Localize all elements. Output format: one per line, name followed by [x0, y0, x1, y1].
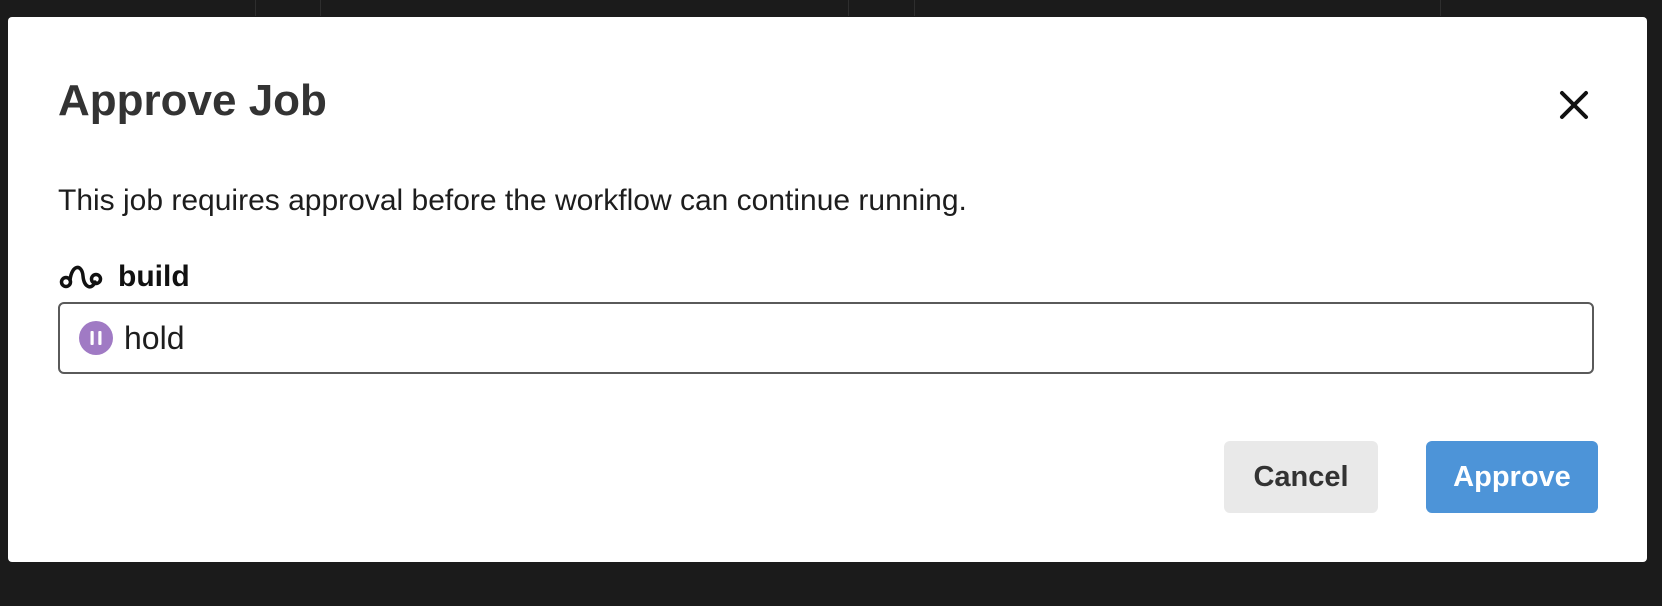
close-icon [1560, 91, 1588, 119]
background-divider [1440, 0, 1441, 16]
approve-job-dialog: Approve Job This job requires approval b… [8, 17, 1647, 562]
background-divider [255, 0, 256, 16]
job-header: build [58, 255, 190, 299]
job-status-field[interactable]: hold [58, 302, 1594, 374]
background-divider [320, 0, 321, 16]
close-button[interactable] [1553, 84, 1595, 126]
workflow-icon [59, 265, 103, 289]
job-status-value: hold [124, 319, 185, 356]
dialog-description: This job requires approval before the wo… [58, 184, 967, 217]
background-divider [914, 0, 915, 16]
approve-button[interactable]: Approve [1426, 441, 1598, 513]
job-name: build [118, 260, 190, 293]
background-page [0, 0, 1662, 16]
cancel-button[interactable]: Cancel [1224, 441, 1378, 513]
background-divider [848, 0, 849, 16]
dialog-title: Approve Job [58, 76, 327, 125]
pause-icon [79, 321, 113, 355]
